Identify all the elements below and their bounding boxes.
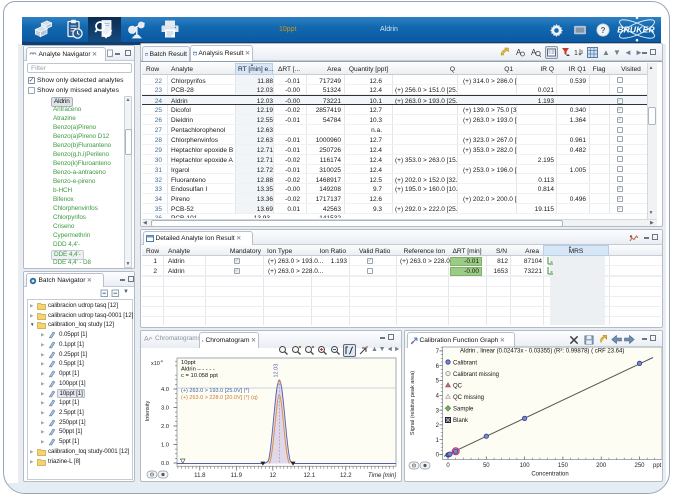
svg-text:2: 2 <box>436 423 440 429</box>
svg-text:BRUKER: BRUKER <box>617 25 655 35</box>
svg-text:?: ? <box>600 26 605 35</box>
svg-text:1.0: 1.0 <box>161 443 169 449</box>
svg-text:0.0: 0.0 <box>161 461 169 467</box>
svg-text:12.2: 12.2 <box>340 473 352 479</box>
svg-text:(+) 263.0 > 228.0 [20.0V] (*): (+) 263.0 > 228.0 [20.0V] (*) (q) <box>181 395 258 401</box>
svg-text:10ppt: 10ppt <box>181 360 196 366</box>
svg-text:50: 50 <box>483 463 490 469</box>
svg-text:Calibrant: Calibrant <box>453 361 477 367</box>
svg-text:Aldrin – - - - -: Aldrin – - - - - <box>181 367 215 373</box>
svg-text:QC: QC <box>453 384 463 390</box>
svg-text:Time [min]: Time [min] <box>368 473 396 479</box>
svg-text:Sample: Sample <box>453 407 474 413</box>
svg-text:(+) 263.0 > 193.0 [25.0V] (*): (+) 263.0 > 193.0 [25.0V] (*) <box>181 388 250 394</box>
svg-text:12.1: 12.1 <box>303 473 315 479</box>
svg-text:12: 12 <box>269 473 276 479</box>
svg-text:200: 200 <box>596 463 607 469</box>
svg-text:c = 10.058 ppt: c = 10.058 ppt <box>181 373 218 379</box>
svg-text:250: 250 <box>634 463 645 469</box>
svg-text:2.0: 2.0 <box>161 424 169 430</box>
svg-text:0: 0 <box>436 453 440 459</box>
svg-text:11.9: 11.9 <box>231 473 243 479</box>
svg-text:1: 1 <box>574 50 578 57</box>
svg-text:6: 6 <box>436 364 440 370</box>
svg-text:x10: x10 <box>151 361 160 367</box>
svg-text:QC missing: QC missing <box>453 395 484 401</box>
svg-text:Calibrant missing: Calibrant missing <box>453 372 499 378</box>
svg-text:4: 4 <box>161 359 164 364</box>
svg-text:Aldrin , linear (0.02473x - 0.: Aldrin , linear (0.02473x - 0.03355) (R²… <box>460 349 624 355</box>
svg-text:Signal (relative peak area): Signal (relative peak area) <box>410 371 416 435</box>
svg-text:Intensity: Intensity <box>145 401 151 422</box>
svg-text:Blank: Blank <box>453 418 469 424</box>
svg-text:4: 4 <box>436 394 440 400</box>
svg-text:3: 3 <box>436 408 440 414</box>
svg-text:4.0: 4.0 <box>161 387 169 393</box>
svg-text:Concentration: Concentration <box>531 472 568 478</box>
svg-text:ppt: ppt <box>653 463 662 469</box>
svg-text:100: 100 <box>520 463 531 469</box>
svg-text:0: 0 <box>446 463 450 469</box>
svg-text:11.8: 11.8 <box>194 473 206 479</box>
svg-text:5: 5 <box>436 379 440 385</box>
svg-text:3.0: 3.0 <box>161 406 169 412</box>
svg-text:12.03: 12.03 <box>273 364 279 378</box>
svg-text:7: 7 <box>436 349 440 355</box>
svg-text:1: 1 <box>436 438 440 444</box>
svg-text:150: 150 <box>558 463 569 469</box>
